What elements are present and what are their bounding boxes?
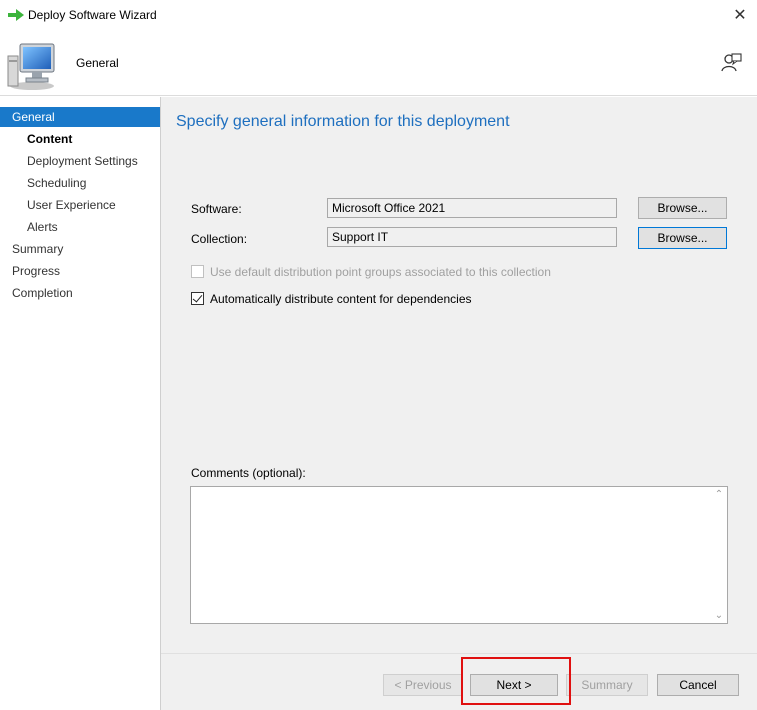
comments-textarea[interactable] [190,486,728,624]
title-bar: Deploy Software Wizard ✕ [0,0,757,32]
collection-browse-button[interactable]: Browse... [638,227,727,249]
collection-label: Collection: [191,232,248,246]
header-title: General [76,56,119,70]
nav-item-alerts[interactable]: Alerts [0,217,160,237]
comments-label: Comments (optional): [191,466,306,480]
nav-item-content[interactable]: Content [0,129,160,149]
software-field[interactable]: Microsoft Office 2021 [327,198,617,218]
deploy-arrow-icon [8,9,24,21]
window-title: Deploy Software Wizard [28,8,157,22]
nav-item-summary[interactable]: Summary [0,239,160,259]
wizard-content: Specify general information for this dep… [160,97,757,710]
summary-button[interactable]: Summary [566,674,648,696]
nav-item-user-experience[interactable]: User Experience [0,195,160,215]
scroll-down-arrow-icon[interactable]: ⌄ [713,610,725,622]
auto-distribute-checkbox[interactable] [191,292,204,305]
default-dp-groups-label: Use default distribution point groups as… [210,265,551,279]
footer-divider [161,653,757,654]
collection-field[interactable]: Support IT [327,227,617,247]
nav-item-scheduling[interactable]: Scheduling [0,173,160,193]
help-person-icon[interactable] [720,52,742,74]
auto-distribute-label: Automatically distribute content for dep… [210,292,472,306]
nav-item-completion[interactable]: Completion [0,283,160,303]
previous-button[interactable]: < Previous [383,674,463,696]
next-button[interactable]: Next > [470,674,558,696]
close-button[interactable]: ✕ [726,4,754,28]
nav-item-progress[interactable]: Progress [0,261,160,281]
software-browse-button[interactable]: Browse... [638,197,727,219]
wizard-header: General [0,32,757,96]
default-dp-groups-checkbox[interactable] [191,265,204,278]
computer-icon [7,43,55,90]
nav-item-deployment-settings[interactable]: Deployment Settings [0,151,160,171]
scroll-up-arrow-icon[interactable]: ⌃ [713,489,725,501]
nav-item-general[interactable]: General [0,107,160,127]
page-heading: Specify general information for this dep… [176,113,510,130]
cancel-button[interactable]: Cancel [657,674,739,696]
software-label: Software: [191,202,242,216]
wizard-navigation: General Content Deployment Settings Sche… [0,107,160,710]
